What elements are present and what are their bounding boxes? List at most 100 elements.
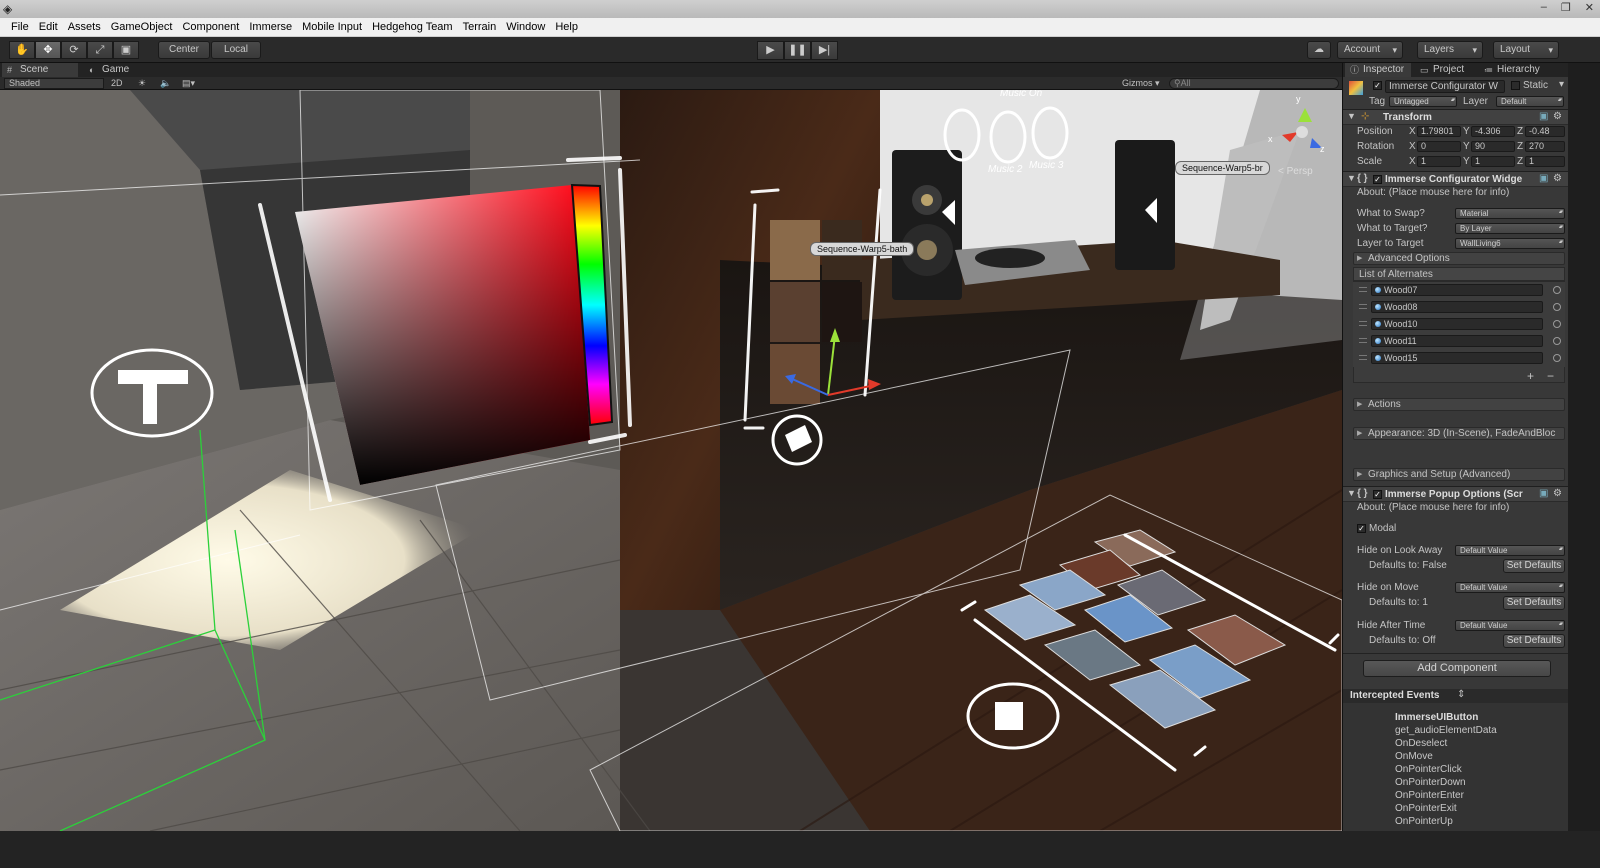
menu-edit[interactable]: Edit <box>34 18 63 37</box>
list-item[interactable]: Wood11 <box>1353 333 1565 350</box>
drag-handle-icon[interactable] <box>1359 321 1367 326</box>
hide-after-time-dropdown[interactable]: Default Value <box>1455 620 1565 631</box>
set-defaults-button[interactable]: Set Defaults <box>1503 634 1565 648</box>
menu-component[interactable]: Component <box>177 18 244 37</box>
audio-icon[interactable]: 🔈 <box>160 77 171 90</box>
rotation-z-field[interactable]: 270 <box>1525 141 1565 152</box>
drag-handle-icon[interactable] <box>1359 304 1367 309</box>
graphics-setup-foldout[interactable]: Graphics and Setup (Advanced) <box>1353 468 1565 481</box>
set-defaults-button[interactable]: Set Defaults <box>1503 559 1565 573</box>
scale-y-field[interactable]: 1 <box>1471 156 1515 167</box>
position-y-field[interactable]: -4.306 <box>1471 126 1515 137</box>
drag-handle-icon[interactable] <box>1359 287 1367 292</box>
play-button[interactable]: ▶ <box>757 41 784 60</box>
tab-inspector[interactable]: ⓘ Inspector <box>1345 63 1411 77</box>
persp-label[interactable]: < Persp <box>1278 166 1313 177</box>
tab-hierarchy[interactable]: ≔ Hierarchy <box>1479 63 1561 77</box>
list-item[interactable]: Wood10 <box>1353 316 1565 333</box>
layout-dropdown[interactable]: Layout <box>1493 41 1559 59</box>
help-icon[interactable]: ▣ <box>1539 488 1548 499</box>
intercepted-events-header[interactable]: Intercepted Events ⇕ <box>1343 689 1568 703</box>
configurator-header[interactable]: ▼ { } ✓ Immerse Configurator Widge ▣ ⚙ <box>1343 171 1568 187</box>
hide-on-look-away-dropdown[interactable]: Default Value <box>1455 545 1565 556</box>
scale-x-field[interactable]: 1 <box>1417 156 1461 167</box>
menu-mobile-input[interactable]: Mobile Input <box>297 18 367 37</box>
hide-on-move-dropdown[interactable]: Default Value <box>1455 582 1565 593</box>
configurator-enabled-checkbox[interactable]: ✓ <box>1373 175 1382 184</box>
menu-terrain[interactable]: Terrain <box>458 18 502 37</box>
minimize-button[interactable]: ‒ <box>1541 1 1547 14</box>
pause-button[interactable]: ❚❚ <box>784 41 811 60</box>
scale-z-field[interactable]: 1 <box>1525 156 1565 167</box>
effects-icon[interactable]: ▤▾ <box>182 77 195 90</box>
close-button[interactable]: ✕ <box>1585 1 1594 14</box>
2d-toggle[interactable]: 2D <box>111 77 123 90</box>
alternate-object-field[interactable]: Wood08 <box>1371 301 1543 313</box>
advanced-options-foldout[interactable]: Advanced Options <box>1353 252 1565 265</box>
what-to-target-dropdown[interactable]: By Layer <box>1455 223 1565 234</box>
tag-dropdown[interactable]: Untagged <box>1389 96 1457 107</box>
layers-dropdown[interactable]: Layers <box>1417 41 1483 59</box>
popup-enabled-checkbox[interactable]: ✓ <box>1373 490 1382 499</box>
pivot-center-button[interactable]: Center <box>158 41 210 59</box>
pivot-local-button[interactable]: Local <box>211 41 261 59</box>
list-item[interactable]: Wood08 <box>1353 299 1565 316</box>
menu-help[interactable]: Help <box>550 18 583 37</box>
transform-header[interactable]: ▼ ⊹ Transform ▣ ⚙ <box>1343 109 1568 125</box>
layer-dropdown[interactable]: Default <box>1496 96 1564 107</box>
popup-options-header[interactable]: ▼ { } ✓ Immerse Popup Options (Scr ▣ ⚙ <box>1343 486 1568 502</box>
alternate-object-field[interactable]: Wood10 <box>1371 318 1543 330</box>
alternate-object-field[interactable]: Wood11 <box>1371 335 1543 347</box>
menu-file[interactable]: File <box>6 18 34 37</box>
drag-handle-icon[interactable] <box>1359 355 1367 360</box>
settings-gear-icon[interactable]: ⚙ <box>1553 488 1562 499</box>
alternate-object-field[interactable]: Wood15 <box>1371 352 1543 364</box>
appearance-foldout[interactable]: Appearance: 3D (In-Scene), FadeAndBloc <box>1353 427 1565 440</box>
settings-gear-icon[interactable]: ⚙ <box>1553 111 1562 122</box>
drag-handle-icon[interactable] <box>1359 338 1367 343</box>
position-x-field[interactable]: 1.79801 <box>1417 126 1461 137</box>
set-defaults-button[interactable]: Set Defaults <box>1503 596 1565 610</box>
rotation-y-field[interactable]: 90 <box>1471 141 1515 152</box>
static-checkbox[interactable] <box>1511 81 1520 90</box>
object-name-field[interactable]: Immerse Configurator W <box>1385 80 1505 93</box>
account-dropdown[interactable]: Account <box>1337 41 1403 59</box>
help-icon[interactable]: ▣ <box>1539 173 1548 184</box>
object-picker-icon[interactable] <box>1553 303 1561 311</box>
sequence-bath-label[interactable]: Sequence-Warp5-bath <box>810 242 915 256</box>
object-picker-icon[interactable] <box>1553 286 1561 294</box>
actions-foldout[interactable]: Actions <box>1353 398 1565 411</box>
help-icon[interactable]: ▣ <box>1539 111 1548 122</box>
what-to-swap-dropdown[interactable]: Material <box>1455 208 1565 219</box>
menu-hedgehog-team[interactable]: Hedgehog Team <box>367 18 458 37</box>
object-picker-icon[interactable] <box>1553 354 1561 362</box>
sequence-br-label[interactable]: Sequence-Warp5-br <box>1175 161 1270 175</box>
list-item[interactable]: Wood15 <box>1353 350 1565 367</box>
settings-gear-icon[interactable]: ⚙ <box>1553 173 1562 184</box>
layer-to-target-dropdown[interactable]: WallLiving6 <box>1455 238 1565 249</box>
static-dropdown-icon[interactable]: ▾ <box>1559 79 1564 90</box>
menu-window[interactable]: Window <box>501 18 550 37</box>
active-checkbox[interactable]: ✓ <box>1373 81 1382 90</box>
step-button[interactable]: ▶| <box>811 41 838 60</box>
list-item[interactable]: Wood07 <box>1353 282 1565 299</box>
menu-gameobject[interactable]: GameObject <box>106 18 178 37</box>
move-icon[interactable]: ✥ <box>35 41 61 59</box>
scene-viewport[interactable]: y x z Sequence-Warp5-bath Sequence-Warp5… <box>0 90 1342 831</box>
tab-game[interactable]: ◐ Game <box>84 63 154 77</box>
lighting-icon[interactable]: ☀ <box>138 77 146 90</box>
configurator-about[interactable]: About: (Place mouse here for info) <box>1357 187 1509 198</box>
scene-search-input[interactable] <box>1169 78 1339 89</box>
modal-checkbox[interactable]: ✓ <box>1357 524 1366 533</box>
add-item-button[interactable]: + <box>1527 369 1534 383</box>
maximize-button[interactable]: ❐ <box>1561 1 1571 14</box>
object-picker-icon[interactable] <box>1553 337 1561 345</box>
rotate-icon[interactable]: ⟳ <box>61 41 87 59</box>
alternate-object-field[interactable]: Wood07 <box>1371 284 1543 296</box>
position-z-field[interactable]: -0.48 <box>1525 126 1565 137</box>
add-component-button[interactable]: Add Component <box>1363 660 1551 677</box>
cloud-icon[interactable]: ☁ <box>1307 41 1331 59</box>
menu-assets[interactable]: Assets <box>63 18 106 37</box>
popup-about[interactable]: About: (Place mouse here for info) <box>1357 502 1509 513</box>
hand-icon[interactable]: ✋ <box>9 41 35 59</box>
